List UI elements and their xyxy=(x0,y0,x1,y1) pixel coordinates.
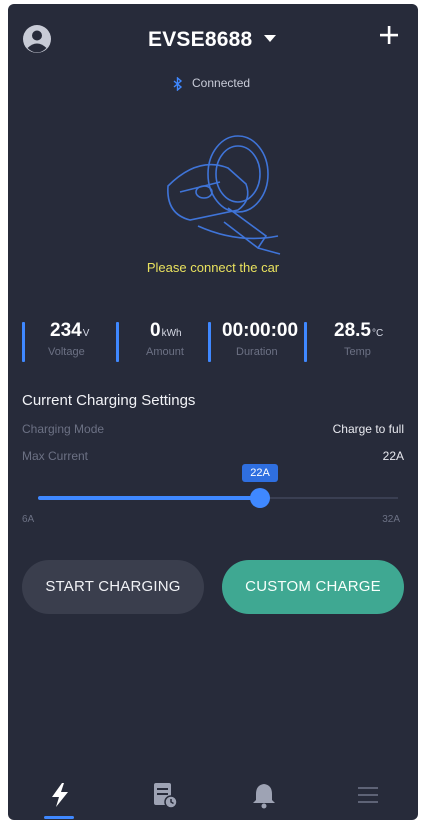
voltage-value: 234V xyxy=(50,320,89,342)
stat-voltage: 234V Voltage xyxy=(22,316,110,366)
app-screen: EVSE8688 Connected Please connect the ca… xyxy=(8,4,418,820)
max-current-slider[interactable]: 22A xyxy=(38,464,398,532)
max-current-value: 22A xyxy=(382,449,404,463)
voltage-number: 234 xyxy=(50,320,82,341)
amount-number: 0 xyxy=(150,320,161,341)
active-tab-indicator xyxy=(44,816,74,819)
duration-number: 00:00:00 xyxy=(222,320,299,341)
top-bar: EVSE8688 xyxy=(8,4,418,64)
connect-car-message: Please connect the car xyxy=(146,260,280,275)
bluetooth-icon xyxy=(173,77,183,91)
slider-min-label: 6A xyxy=(22,514,35,525)
slider-max-label: 32A xyxy=(382,514,400,525)
voltage-label: Voltage xyxy=(48,346,85,358)
temp-number: 28.5 xyxy=(334,320,371,341)
device-name[interactable]: EVSE8688 xyxy=(148,28,252,51)
user-avatar-icon[interactable] xyxy=(22,24,52,54)
ev-charging-plug-icon xyxy=(167,135,281,255)
device-selector[interactable]: EVSE8688 xyxy=(148,28,252,52)
slider-fill xyxy=(38,496,260,500)
amount-unit: kWh xyxy=(161,328,182,339)
stat-amount: 0kWh Amount xyxy=(116,316,206,366)
connection-status-text: Connected xyxy=(192,76,251,90)
temp-label: Temp xyxy=(344,346,371,358)
stat-divider xyxy=(208,322,211,362)
amount-label: Amount xyxy=(146,346,184,358)
charging-mode-label: Charging Mode xyxy=(22,422,105,436)
slider-thumb[interactable] xyxy=(250,488,270,508)
lightning-icon[interactable] xyxy=(40,780,80,810)
max-current-label: Max Current xyxy=(22,449,89,463)
plus-icon[interactable] xyxy=(378,24,400,46)
bell-icon[interactable] xyxy=(244,780,284,810)
settings-title: Current Charging Settings xyxy=(22,392,196,409)
slider-value-bubble: 22A xyxy=(242,464,278,482)
charging-mode-value[interactable]: Charge to full xyxy=(333,422,404,436)
amount-value: 0kWh xyxy=(150,320,182,342)
voltage-unit: V xyxy=(82,328,90,339)
custom-charge-button[interactable]: CUSTOM CHARGE xyxy=(222,560,404,614)
stat-duration: 00:00:00 Duration xyxy=(208,316,300,366)
stat-divider xyxy=(116,322,119,362)
temp-unit: °C xyxy=(371,328,384,339)
start-charging-button[interactable]: START CHARGING xyxy=(22,560,204,614)
duration-value: 00:00:00 xyxy=(222,320,298,342)
caret-down-icon[interactable] xyxy=(264,35,276,43)
charging-stats: 234V Voltage 0kWh Amount 00:00:00 Durati… xyxy=(8,316,418,366)
stat-temp: 28.5°C Temp xyxy=(304,316,404,366)
stat-divider xyxy=(22,322,25,362)
records-icon[interactable] xyxy=(144,780,184,810)
duration-label: Duration xyxy=(236,346,278,358)
stat-divider xyxy=(304,322,307,362)
temp-value: 28.5°C xyxy=(334,320,383,342)
menu-icon[interactable] xyxy=(348,780,388,810)
bottom-navigation xyxy=(8,766,418,820)
